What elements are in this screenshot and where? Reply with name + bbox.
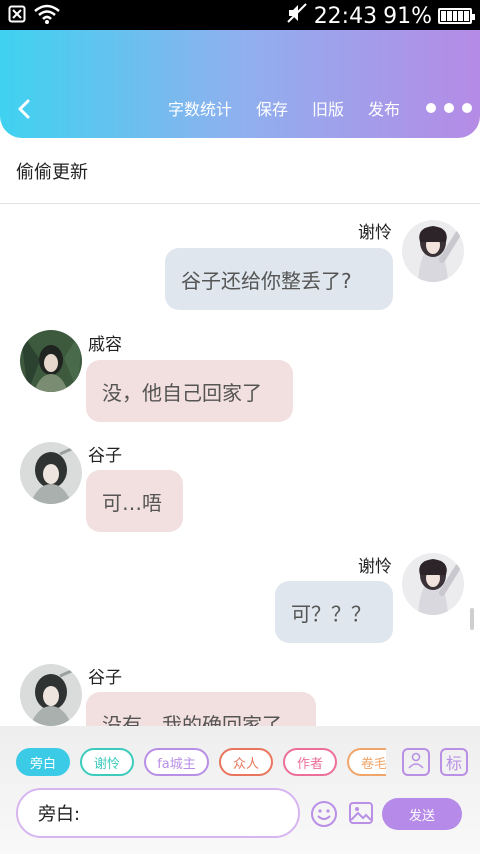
person-icon [407, 751, 425, 773]
battery-text: 91% [383, 3, 432, 29]
role-tag-xielian[interactable]: 谢怜 [80, 748, 134, 776]
role-tag-fa-city-lord[interactable]: fa城主 [144, 748, 209, 776]
old-version-button[interactable]: 旧版 [312, 96, 344, 120]
mark-label: 标 [445, 754, 462, 773]
role-tag-curly[interactable]: 卷毛 [347, 748, 386, 776]
close-notification-icon [8, 5, 26, 27]
character-manage-button[interactable] [402, 748, 430, 776]
speaker-name: 戚容 [88, 335, 122, 355]
emoji-icon[interactable] [310, 800, 338, 832]
role-tag-narration[interactable]: 旁白 [16, 748, 70, 776]
header-actions: 字数统计 保存 旧版 发布 [168, 96, 472, 120]
message-bubble[interactable]: 可…唔 [86, 470, 183, 532]
publish-button[interactable]: 发布 [368, 96, 400, 120]
speaker-name: 谷子 [88, 668, 122, 688]
wifi-icon [34, 4, 60, 28]
speaker-name: 谷子 [88, 446, 122, 466]
clock-text: 22:43 [313, 3, 378, 29]
status-bar: 22:43 91% [0, 0, 480, 30]
back-arrow-icon[interactable] [12, 94, 38, 124]
message-bubble[interactable]: 没，他自己回家了 [86, 360, 293, 422]
header-bar: 字数统计 保存 旧版 发布 [0, 30, 480, 138]
avatar[interactable] [20, 664, 82, 726]
avatar[interactable] [402, 220, 464, 282]
image-icon[interactable] [348, 800, 374, 830]
save-button[interactable]: 保存 [256, 96, 288, 120]
message-bubble[interactable]: 可？？？ [275, 581, 393, 643]
speaker-name: 谢怜 [358, 223, 392, 243]
role-tags: 旁白 谢怜 fa城主 众人 作者 卷毛 [16, 748, 386, 778]
divider [0, 203, 480, 204]
role-tag-author[interactable]: 作者 [283, 748, 337, 776]
word-count-button[interactable]: 字数统计 [168, 96, 232, 120]
mark-button[interactable]: 标 [440, 748, 468, 776]
role-tag-crowd[interactable]: 众人 [219, 748, 273, 776]
bottom-toolbar: 旁白 谢怜 fa城主 众人 作者 卷毛 标 旁白: 发送 [0, 726, 480, 854]
battery-icon [438, 8, 475, 24]
scrollbar[interactable] [470, 608, 474, 630]
document-title[interactable]: 偷偷更新 [16, 158, 88, 184]
more-options-icon[interactable] [426, 103, 472, 113]
send-button[interactable]: 发送 [382, 798, 462, 830]
speaker-name: 谢怜 [358, 557, 392, 577]
avatar[interactable] [20, 442, 82, 504]
message-input[interactable]: 旁白: [16, 788, 300, 838]
mute-icon [286, 2, 308, 30]
avatar[interactable] [402, 553, 464, 615]
message-bubble[interactable]: 谷子还给你整丢了? [165, 248, 393, 310]
avatar[interactable] [20, 330, 82, 392]
